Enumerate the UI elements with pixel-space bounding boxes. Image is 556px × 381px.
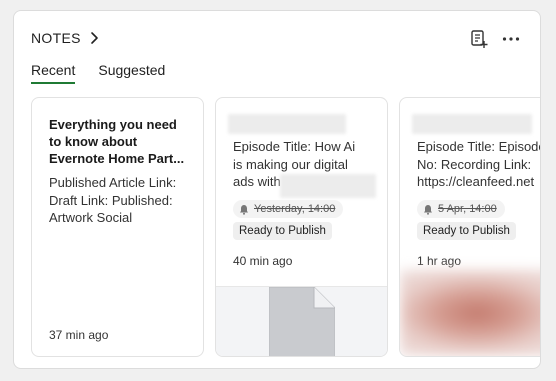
reminder-chip[interactable]: 5 Apr, 14:00 bbox=[417, 200, 505, 218]
note-timestamp: 1 hr ago bbox=[417, 254, 462, 268]
notes-widget: NOTES Recent Suggested Everything you ne… bbox=[13, 10, 541, 369]
note-card[interactable]: Episode Title: How Ai is making our digi… bbox=[215, 97, 388, 357]
header-actions bbox=[470, 29, 520, 49]
bell-icon bbox=[240, 204, 248, 215]
bell-icon bbox=[424, 204, 432, 215]
new-note-icon[interactable] bbox=[470, 29, 488, 49]
chevron-right-icon bbox=[90, 32, 98, 44]
status-badge: Ready to Publish bbox=[233, 222, 332, 240]
note-card[interactable]: Episode Title: Episode No: Recording Lin… bbox=[399, 97, 541, 357]
more-options-icon[interactable] bbox=[502, 36, 520, 42]
note-title: Everything you need to know about Everno… bbox=[49, 117, 185, 166]
notes-carousel: Everything you need to know about Everno… bbox=[31, 97, 541, 359]
widget-title[interactable]: NOTES bbox=[31, 30, 81, 46]
document-icon bbox=[269, 287, 335, 356]
redacted-title bbox=[228, 114, 346, 134]
note-snippet: Published Article Link: Draft Link: Publ… bbox=[49, 175, 177, 225]
note-snippet: Episode Title: Episode No: Recording Lin… bbox=[417, 139, 541, 189]
redacted-title bbox=[412, 114, 532, 134]
redacted-text bbox=[280, 174, 376, 198]
notes-header[interactable]: NOTES bbox=[31, 30, 99, 46]
tab-bar: Recent Suggested bbox=[31, 62, 165, 84]
note-thumbnail bbox=[216, 286, 387, 356]
reminder-chip[interactable]: Yesterday, 14:00 bbox=[233, 200, 344, 218]
tab-recent[interactable]: Recent bbox=[31, 62, 76, 84]
note-card[interactable]: Everything you need to know about Everno… bbox=[31, 97, 204, 357]
note-timestamp: 40 min ago bbox=[233, 254, 293, 268]
note-thumbnail bbox=[400, 270, 540, 356]
status-badge: Ready to Publish bbox=[417, 222, 516, 240]
tab-suggested[interactable]: Suggested bbox=[98, 62, 165, 84]
note-timestamp: 37 min ago bbox=[49, 328, 109, 342]
